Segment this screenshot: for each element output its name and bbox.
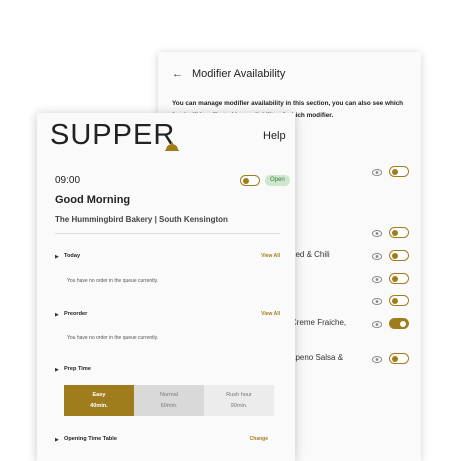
supper-logo: SUPPER	[50, 119, 176, 151]
empty-queue-message: You have no order in the queue currently…	[67, 335, 159, 341]
prep-option-normal[interactable]: Normal 60min.	[134, 385, 204, 416]
toggle-knob	[392, 168, 398, 175]
toggle-knob	[392, 252, 398, 259]
availability-toggle[interactable]	[389, 227, 409, 238]
availability-toggle[interactable]	[389, 166, 409, 177]
toggle-knob	[392, 275, 398, 282]
eye-icon[interactable]	[372, 321, 382, 328]
prep-option-name: Rush hour	[226, 392, 252, 398]
prep-time-selector: Easy 40min. Normal 60min. Rush hour 90mi…	[64, 385, 274, 416]
prep-option-time: 40min.	[90, 403, 108, 409]
modifier-label: eed & Chili	[291, 250, 330, 259]
caret-right-icon: ▶	[55, 312, 59, 318]
section-preorder[interactable]: ▶ Preorder View All	[55, 311, 280, 321]
toggle-knob	[392, 229, 398, 236]
availability-toggle[interactable]	[389, 250, 409, 261]
prep-option-rush-hour[interactable]: Rush hour 90min.	[204, 385, 274, 416]
modifier-label: Creme Fraiche,	[291, 318, 347, 327]
eye-icon[interactable]	[372, 356, 382, 363]
current-time: 09:00	[55, 175, 81, 186]
prep-option-time: 90min.	[230, 403, 248, 409]
toggle-knob	[243, 177, 249, 184]
eye-icon[interactable]	[372, 169, 382, 176]
prep-option-time: 60min.	[160, 403, 178, 409]
section-label: Preorder	[64, 311, 88, 317]
back-arrow-icon[interactable]: ←	[172, 68, 186, 80]
modifier-header: ← Modifier Availability	[172, 64, 285, 84]
cloche-icon	[165, 142, 179, 151]
eye-icon[interactable]	[372, 298, 382, 305]
greeting: Good Morning	[55, 194, 131, 206]
view-all-link[interactable]: View All	[261, 253, 280, 259]
section-label: Opening Time Table	[64, 436, 117, 442]
section-label: Prep Time	[64, 366, 91, 372]
status-badge: Open	[265, 175, 290, 186]
modifier-label: apeno Salsa &	[291, 353, 344, 362]
prep-option-name: Easy	[92, 392, 106, 398]
availability-toggle[interactable]	[389, 295, 409, 306]
availability-toggle[interactable]	[389, 353, 409, 364]
toggle-knob	[392, 355, 398, 362]
caret-right-icon: ▶	[55, 367, 59, 373]
empty-queue-message: You have no order in the queue currently…	[67, 278, 159, 284]
modifier-title: Modifier Availability	[192, 68, 286, 80]
home-panel: SUPPER Help 09:00 Open Good Morning The …	[37, 113, 295, 461]
change-link[interactable]: Change	[250, 436, 268, 442]
eye-icon[interactable]	[372, 276, 382, 283]
toggle-knob	[392, 297, 398, 304]
caret-right-icon: ▶	[55, 254, 59, 260]
prep-option-easy[interactable]: Easy 40min.	[64, 385, 134, 416]
section-opening-time-table[interactable]: ▶ Opening Time Table Change	[55, 436, 280, 446]
view-all-link[interactable]: View All	[261, 311, 280, 317]
toggle-knob	[400, 320, 406, 327]
section-today[interactable]: ▶ Today View All	[55, 253, 280, 263]
open-status-toggle[interactable]	[240, 175, 260, 186]
section-prep-time[interactable]: ▶ Prep Time	[55, 366, 280, 376]
divider	[55, 233, 280, 234]
section-label: Today	[64, 253, 81, 259]
caret-right-icon: ▶	[55, 437, 59, 443]
availability-toggle[interactable]	[389, 318, 409, 329]
eye-icon[interactable]	[372, 253, 382, 260]
store-name: The Hummingbird Bakery | South Kensingto…	[55, 215, 228, 224]
eye-icon[interactable]	[372, 230, 382, 237]
prep-option-name: Normal	[159, 392, 179, 398]
availability-toggle[interactable]	[389, 273, 409, 284]
help-link[interactable]: Help	[263, 130, 286, 142]
